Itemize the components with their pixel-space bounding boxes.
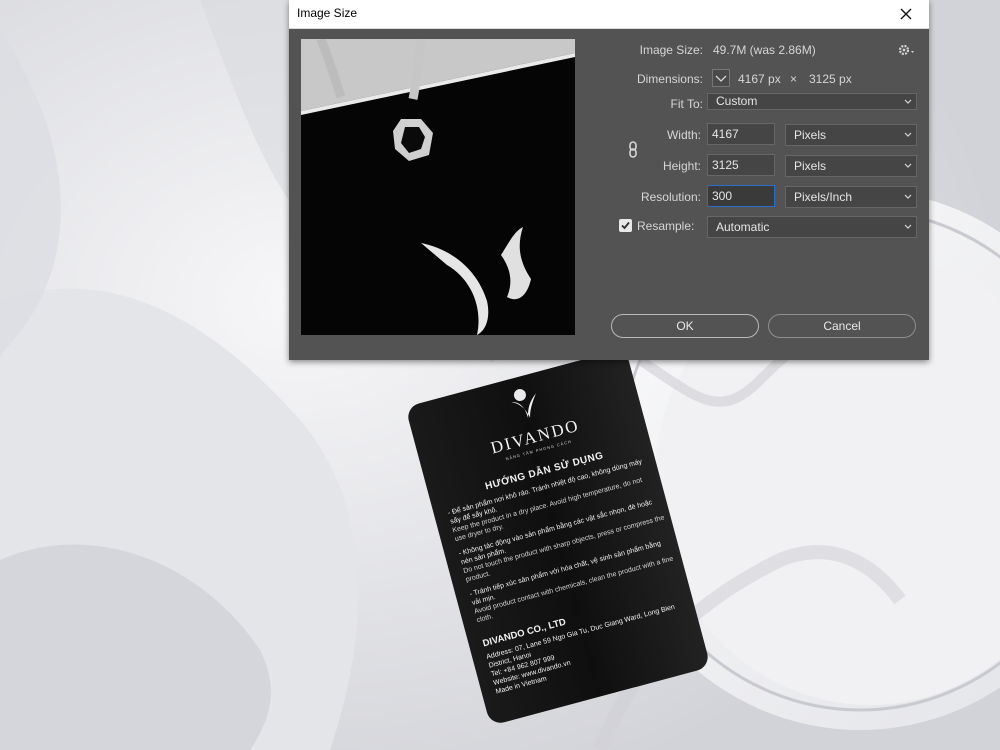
width-label: Width: <box>666 128 701 142</box>
fit-to-value: Custom <box>716 94 758 108</box>
chevron-down-icon <box>904 163 912 168</box>
cancel-button[interactable]: Cancel <box>768 314 916 338</box>
close-button[interactable] <box>883 0 929 28</box>
tag-logo-icon <box>508 391 545 429</box>
resolution-label: Resolution: <box>640 190 701 204</box>
close-icon <box>900 8 912 20</box>
chevron-down-icon <box>904 132 912 137</box>
dialog-title: Image Size <box>297 6 358 20</box>
width-unit-dropdown[interactable]: Pixels <box>785 124 917 146</box>
dialog-titlebar[interactable]: Image Size <box>289 0 929 29</box>
height-label: Height: <box>662 159 701 173</box>
height-input[interactable] <box>707 154 775 176</box>
chevron-down-icon <box>715 75 727 82</box>
settings-button[interactable] <box>897 42 917 58</box>
dimensions-unit-dropdown[interactable] <box>712 69 730 87</box>
resample-dropdown[interactable]: Automatic <box>707 216 917 238</box>
image-size-label: Image Size: <box>639 43 703 57</box>
resolution-input[interactable] <box>707 185 775 207</box>
image-size-dialog: Image Size Image Size: 49.7M (was 2.86M) <box>289 0 929 360</box>
image-preview[interactable] <box>301 39 575 335</box>
resolution-unit-value: Pixels/Inch <box>794 190 853 204</box>
fit-to-label: Fit To: <box>670 97 703 111</box>
preview-image <box>301 39 575 335</box>
height-unit-value: Pixels <box>794 159 827 173</box>
resolution-unit-dropdown[interactable]: Pixels/Inch <box>785 186 917 208</box>
dimensions-separator: × <box>790 72 798 86</box>
resample-checkbox[interactable] <box>619 219 632 232</box>
fit-to-dropdown[interactable]: Custom <box>707 93 917 110</box>
resample-value: Automatic <box>716 220 770 234</box>
dimensions-width: 4167 px <box>738 72 781 86</box>
ok-button[interactable]: OK <box>611 314 759 338</box>
chevron-down-icon <box>904 224 912 229</box>
chevron-down-icon <box>904 99 912 104</box>
dimensions-label: Dimensions: <box>636 72 703 86</box>
gear-icon <box>898 44 914 56</box>
constrain-proportions-toggle[interactable] <box>627 140 639 160</box>
image-size-value: 49.7M (was 2.86M) <box>713 43 816 57</box>
resample-label: Resample: <box>637 219 695 233</box>
checkmark-icon <box>621 221 630 230</box>
dimensions-height: 3125 px <box>809 72 852 86</box>
width-unit-value: Pixels <box>794 128 827 142</box>
chevron-down-icon <box>904 194 912 199</box>
height-unit-dropdown[interactable]: Pixels <box>785 155 917 177</box>
chain-link-icon <box>629 141 637 158</box>
width-input[interactable] <box>707 123 775 145</box>
